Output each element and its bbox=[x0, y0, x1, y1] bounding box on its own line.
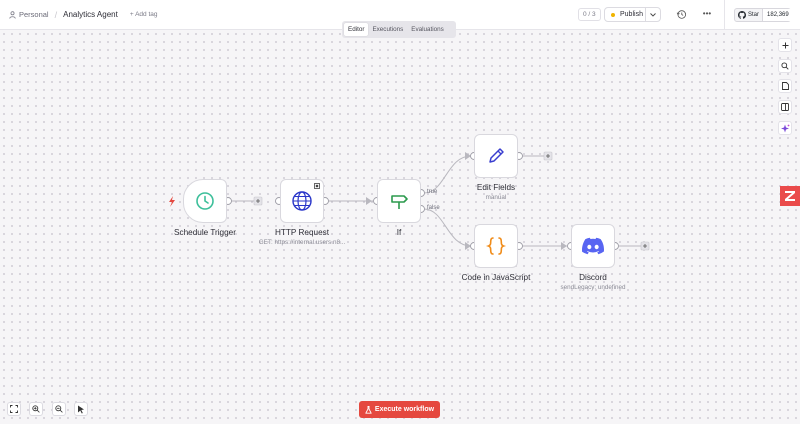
plus-icon bbox=[782, 42, 788, 48]
pencil-icon bbox=[489, 148, 504, 163]
node-label: Code in JavaScript bbox=[461, 273, 531, 282]
node-subtitle: GET: https://internal.users.n8... bbox=[258, 239, 346, 246]
arrow-head bbox=[366, 197, 372, 205]
braces-icon bbox=[485, 237, 507, 255]
node-edit-fields[interactable] bbox=[474, 134, 518, 178]
branch-label-true: true bbox=[427, 189, 438, 195]
zoom-out-icon bbox=[55, 405, 63, 413]
panel-icon bbox=[781, 103, 789, 111]
add-node-button[interactable] bbox=[640, 241, 650, 251]
branch-label-false: false bbox=[427, 205, 440, 211]
node-label: Schedule Trigger bbox=[174, 228, 236, 237]
trigger-bolt-icon bbox=[169, 196, 175, 207]
node-http-request[interactable] bbox=[280, 179, 324, 223]
node-subtitle: manual bbox=[485, 194, 507, 201]
sticky-note-button[interactable] bbox=[778, 79, 792, 93]
toggle-panel-button[interactable] bbox=[778, 100, 792, 114]
node-schedule-trigger[interactable] bbox=[183, 179, 227, 223]
cursor-icon bbox=[78, 405, 84, 413]
discord-icon bbox=[582, 237, 604, 255]
node-discord[interactable] bbox=[571, 224, 615, 268]
arrow-head bbox=[561, 242, 567, 250]
globe-icon bbox=[292, 191, 312, 211]
note-icon bbox=[781, 82, 789, 90]
clock-icon bbox=[196, 192, 214, 210]
execute-workflow-label: Execute workflow bbox=[374, 406, 435, 413]
zoom-in-button[interactable] bbox=[29, 402, 43, 416]
node-code-javascript[interactable] bbox=[474, 224, 518, 268]
cursor-mode-button[interactable] bbox=[74, 402, 88, 416]
node-label: Discord bbox=[579, 273, 607, 282]
search-icon bbox=[781, 62, 789, 70]
node-label: HTTP Request bbox=[275, 228, 329, 237]
add-node-button[interactable] bbox=[253, 196, 263, 206]
node-subtitle: sendLegacy: undefined bbox=[560, 284, 626, 291]
fullscreen-icon bbox=[10, 405, 18, 413]
node-label: If bbox=[396, 228, 402, 237]
add-node-button[interactable] bbox=[543, 151, 553, 161]
sidebar-toggle-tab[interactable] bbox=[780, 186, 800, 206]
zoom-out-button[interactable] bbox=[52, 402, 66, 416]
add-node-panel-button[interactable] bbox=[778, 38, 792, 52]
flask-icon bbox=[365, 405, 372, 414]
zoom-in-icon bbox=[32, 405, 40, 413]
execute-workflow-button[interactable]: Execute workflow bbox=[359, 401, 440, 418]
search-nodes-button[interactable] bbox=[778, 59, 792, 73]
expand-icon[interactable] bbox=[314, 183, 320, 189]
signpost-icon bbox=[391, 195, 408, 209]
fit-view-button[interactable] bbox=[7, 402, 21, 416]
n8n-logo-icon bbox=[785, 191, 795, 201]
node-label: Edit Fields bbox=[476, 183, 516, 192]
node-if[interactable] bbox=[377, 179, 421, 223]
ai-assistant-button[interactable] bbox=[778, 121, 792, 135]
sparkle-icon bbox=[780, 124, 789, 132]
